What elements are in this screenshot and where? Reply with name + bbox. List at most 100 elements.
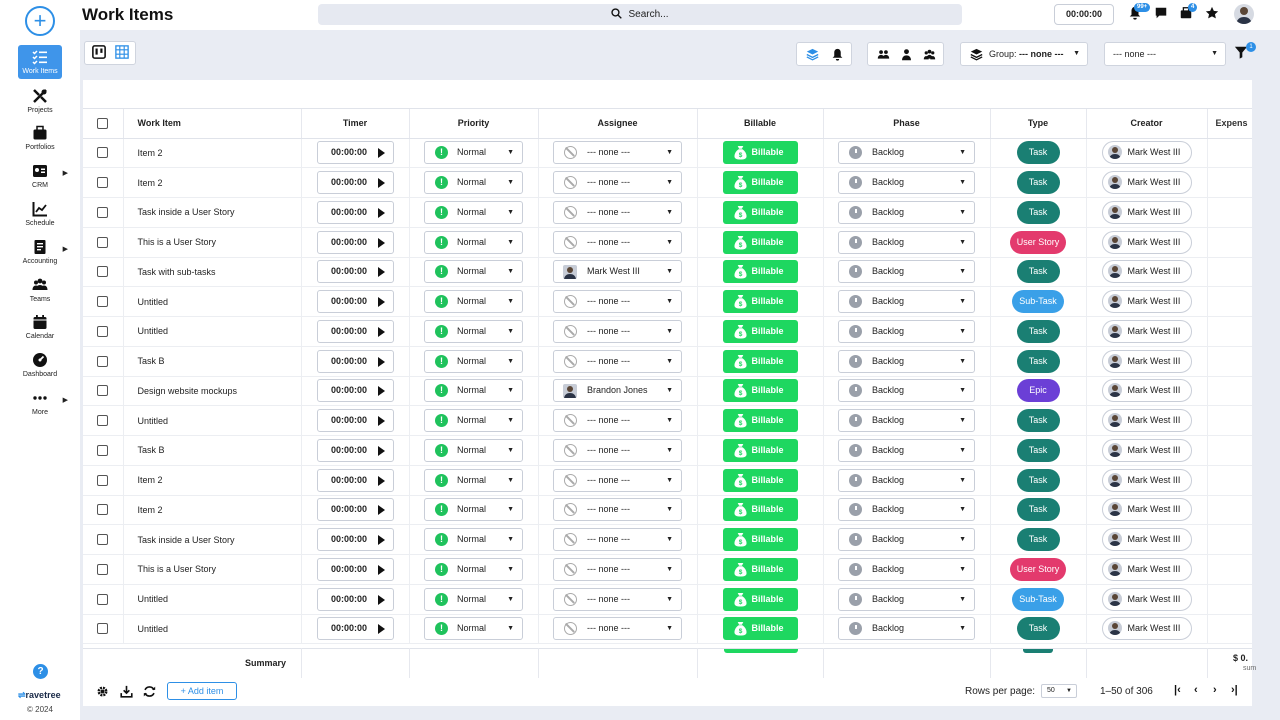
row-checkbox[interactable] (97, 266, 109, 278)
row-timer[interactable]: 00:00:00 (316, 498, 394, 522)
billable-toggle[interactable]: $ Billable (722, 617, 798, 641)
phase-select[interactable]: Backlog ▼ (838, 230, 975, 254)
billable-toggle[interactable]: $ Billable (722, 230, 798, 254)
billable-toggle[interactable]: $ Billable (722, 409, 798, 433)
row-timer[interactable]: 00:00:00 (316, 528, 394, 552)
assignee-select[interactable]: --- none --- ▼ (553, 171, 682, 195)
sidebar-item-portfolios[interactable]: Portfolios (18, 121, 62, 155)
play-icon[interactable] (377, 386, 385, 397)
billable-toggle[interactable]: $ Billable (722, 587, 798, 611)
help-icon[interactable]: ? (33, 664, 48, 679)
sidebar-item-calendar[interactable]: Calendar (18, 310, 62, 344)
assignee-select[interactable]: --- none --- ▼ (553, 498, 682, 522)
work-item-name[interactable]: Item 2 (123, 465, 302, 496)
priority-select[interactable]: ! Normal ▼ (424, 379, 523, 403)
billable-toggle[interactable]: $ Billable (722, 379, 798, 403)
type-badge[interactable]: Task (1016, 468, 1060, 492)
phase-select[interactable]: Backlog ▼ (838, 587, 975, 611)
col-header-billable[interactable]: Billable (697, 109, 824, 139)
work-item-name[interactable]: Design website mockups (123, 376, 302, 407)
table-row[interactable]: Untitled 00:00:00 ! Normal ▼ --- none --- ▼ $ Bi… (83, 584, 1252, 615)
type-badge[interactable]: Sub-Task (1012, 290, 1064, 314)
row-checkbox[interactable] (97, 177, 109, 189)
work-item-name[interactable]: Item 2 (123, 495, 302, 526)
priority-select[interactable]: ! Normal ▼ (424, 230, 523, 254)
play-icon[interactable] (377, 148, 385, 159)
row-checkbox[interactable] (97, 296, 109, 308)
creator-chip[interactable]: Mark West III (1101, 200, 1192, 224)
board-view-icon[interactable] (90, 45, 108, 61)
work-item-name[interactable]: Task inside a User Story (123, 524, 302, 555)
assignee-select[interactable]: --- none --- ▼ (553, 617, 682, 641)
phase-select[interactable]: Backlog ▼ (838, 557, 975, 581)
billable-toggle[interactable]: $ Billable (722, 349, 798, 373)
bell-filter-icon[interactable] (831, 48, 844, 61)
play-icon[interactable] (377, 267, 385, 278)
play-icon[interactable] (377, 326, 385, 337)
type-badge[interactable]: Task (1016, 260, 1060, 284)
type-badge[interactable]: Task (1016, 141, 1060, 165)
col-header-phase[interactable]: Phase (823, 109, 991, 139)
billable-toggle[interactable]: $ Billable (722, 468, 798, 492)
row-checkbox[interactable] (97, 385, 109, 397)
row-timer[interactable]: 00:00:00 (316, 587, 394, 611)
phase-select[interactable]: Backlog ▼ (838, 617, 975, 641)
row-timer[interactable]: 00:00:00 (316, 141, 394, 165)
creator-chip[interactable]: Mark West III (1101, 230, 1192, 254)
priority-select[interactable]: ! Normal ▼ (424, 171, 523, 195)
creator-chip[interactable]: Mark West III (1101, 290, 1192, 314)
priority-select[interactable]: ! Normal ▼ (424, 141, 523, 165)
row-timer[interactable]: 00:00:00 (316, 349, 394, 373)
row-checkbox[interactable] (97, 623, 109, 635)
assignee-select[interactable]: --- none --- ▼ (553, 290, 682, 314)
phase-select[interactable]: Backlog ▼ (838, 260, 975, 284)
col-header-work-item[interactable]: Work Item (123, 109, 302, 139)
type-badge[interactable]: User Story (1009, 557, 1067, 581)
row-timer[interactable]: 00:00:00 (316, 379, 394, 403)
creator-chip[interactable]: Mark West III (1101, 468, 1192, 492)
table-row[interactable]: Item 2 00:00:00 ! Normal ▼ --- none --- ▼ $ Bill… (83, 167, 1252, 198)
priority-select[interactable]: ! Normal ▼ (424, 528, 523, 552)
billable-toggle[interactable]: $ Billable (722, 141, 798, 165)
play-icon[interactable] (377, 624, 385, 635)
creator-chip[interactable]: Mark West III (1101, 498, 1192, 522)
creator-chip[interactable]: Mark West III (1101, 349, 1192, 373)
assignee-select[interactable]: --- none --- ▼ (553, 319, 682, 343)
col-header-expense[interactable]: Expens (1207, 109, 1252, 139)
group-by-select[interactable]: Group: --- none --- ▼ (960, 42, 1088, 66)
table-row[interactable]: This is a User Story 00:00:00 ! Normal ▼ --- … (83, 554, 1252, 585)
row-checkbox[interactable] (97, 534, 109, 546)
gear-icon[interactable] (96, 685, 110, 699)
table-row[interactable]: Task inside a User Story 00:00:00 ! Normal ▼… (83, 524, 1252, 555)
table-row[interactable]: Item 2 00:00:00 ! Normal ▼ --- none --- ▼ $ Bill… (83, 495, 1252, 526)
table-row[interactable]: Item 2 00:00:00 ! Normal ▼ --- none --- ▼ $ Bill… (83, 138, 1252, 169)
type-badge[interactable]: Task (1016, 200, 1060, 224)
phase-select[interactable]: Backlog ▼ (838, 349, 975, 373)
rows-per-page-select[interactable]: 50 ▼ (1041, 684, 1077, 698)
row-timer[interactable]: 00:00:00 (316, 468, 394, 492)
assignee-select[interactable]: --- none --- ▼ (553, 468, 682, 492)
play-icon[interactable] (377, 297, 385, 308)
type-badge[interactable]: Task (1016, 498, 1060, 522)
billable-toggle[interactable]: $ Billable (722, 528, 798, 552)
add-item-button[interactable]: + Add item (167, 682, 237, 700)
billable-toggle[interactable]: $ Billable (722, 498, 798, 522)
phase-select[interactable]: Backlog ▼ (838, 498, 975, 522)
type-badge[interactable]: Task (1016, 528, 1060, 552)
work-item-name[interactable]: Untitled (123, 405, 302, 436)
assignee-select[interactable]: --- none --- ▼ (553, 557, 682, 581)
person-icon[interactable] (900, 48, 913, 61)
play-icon[interactable] (377, 535, 385, 546)
star-icon[interactable] (1205, 6, 1221, 22)
row-checkbox[interactable] (97, 147, 109, 159)
phase-select[interactable]: Backlog ▼ (838, 200, 975, 224)
row-timer[interactable]: 00:00:00 (316, 230, 394, 254)
row-timer[interactable]: 00:00:00 (316, 260, 394, 284)
creator-chip[interactable]: Mark West III (1101, 528, 1192, 552)
creator-chip[interactable]: Mark West III (1101, 557, 1192, 581)
type-badge[interactable]: Task (1016, 438, 1060, 462)
table-row[interactable]: Untitled 00:00:00 ! Normal ▼ --- none --- ▼ $ Bi… (83, 316, 1252, 347)
download-icon[interactable] (120, 685, 134, 699)
col-header-assignee[interactable]: Assignee (538, 109, 698, 139)
sidebar-item-teams[interactable]: Teams (18, 273, 62, 307)
